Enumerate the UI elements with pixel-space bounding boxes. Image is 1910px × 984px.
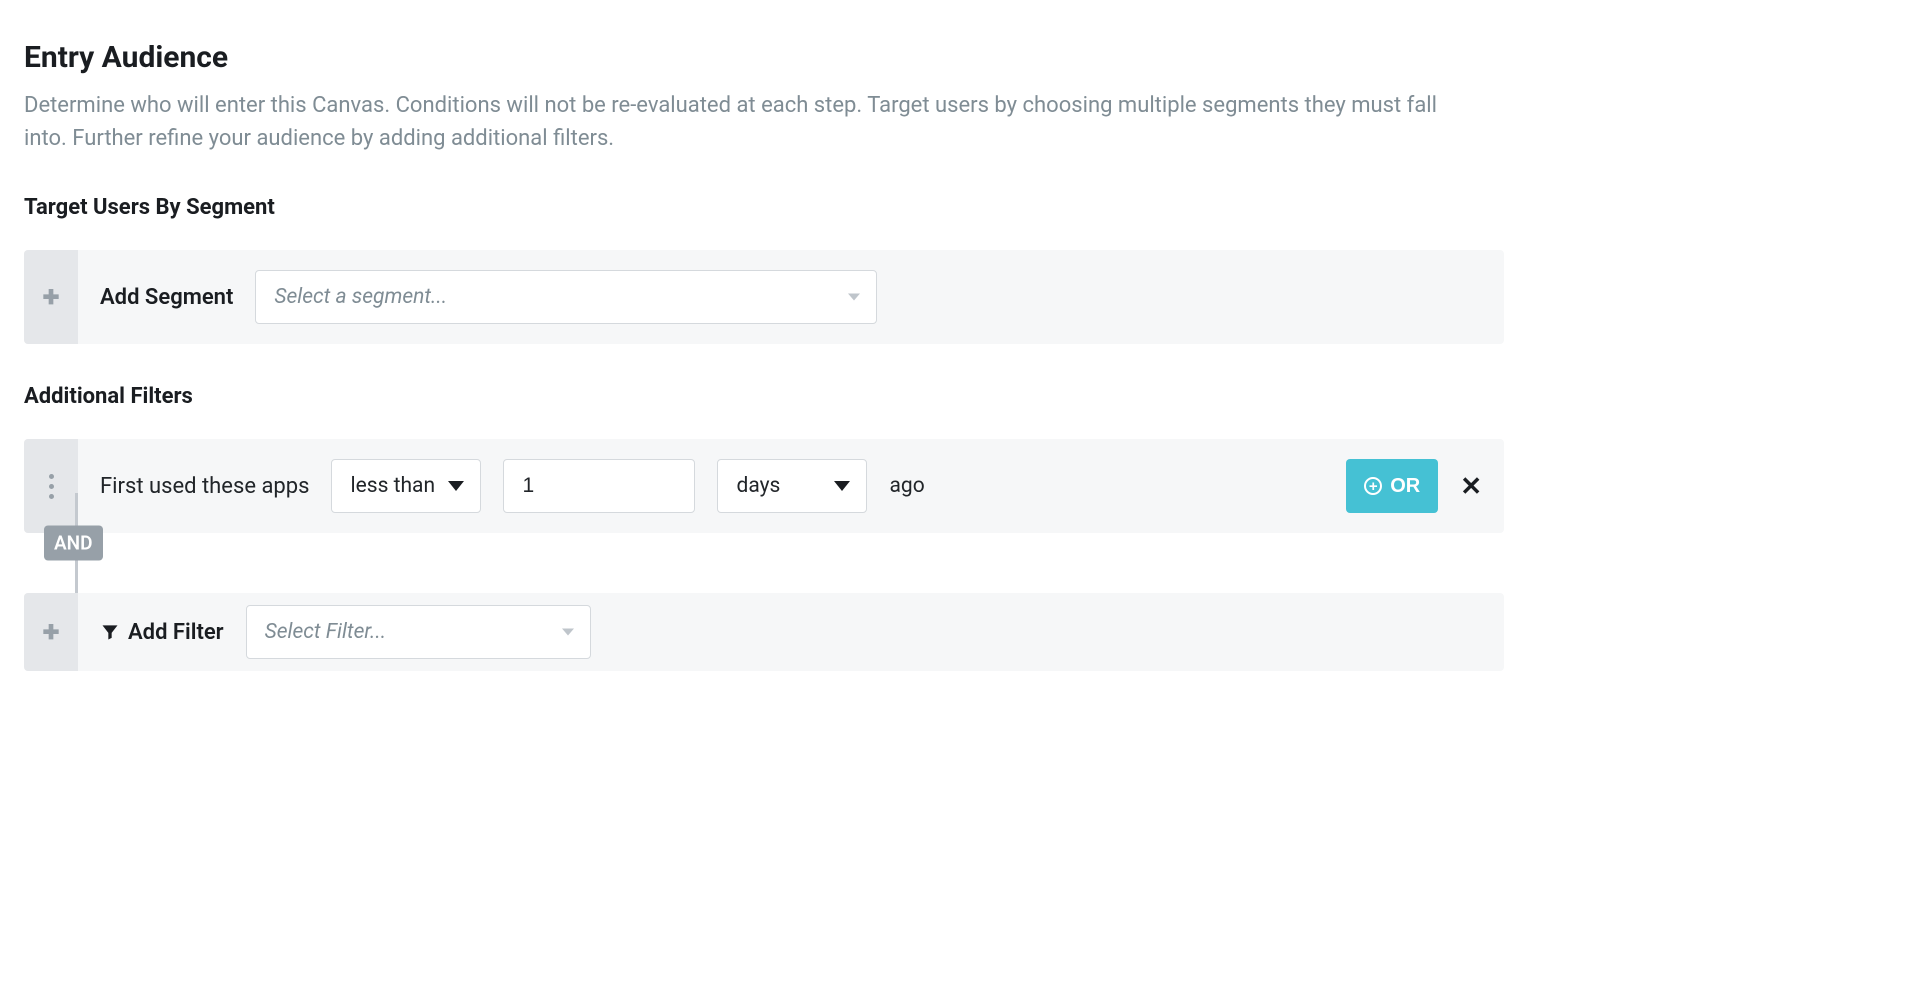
add-filter-text: Add Filter [128, 620, 224, 645]
filter-connector: AND [24, 493, 1504, 593]
plus-icon: ✚ [43, 287, 60, 307]
entry-audience-panel: Entry Audience Determine who will enter … [24, 40, 1504, 671]
add-filter-placeholder: Select Filter... [265, 620, 387, 644]
chevron-down-icon [448, 481, 464, 491]
add-filter-handle[interactable]: ✚ [24, 593, 78, 671]
page-description: Determine who will enter this Canvas. Co… [24, 89, 1474, 155]
chevron-down-icon [562, 629, 574, 636]
add-segment-content: Add Segment Select a segment... [78, 270, 1504, 324]
segments-section-title: Target Users By Segment [24, 195, 1504, 220]
add-segment-row: ✚ Add Segment Select a segment... [24, 250, 1504, 344]
filters-section-title: Additional Filters [24, 384, 1504, 409]
add-filter-select[interactable]: Select Filter... [246, 605, 591, 659]
chevron-down-icon [834, 481, 850, 491]
add-segment-handle[interactable]: ✚ [24, 250, 78, 344]
segment-select[interactable]: Select a segment... [255, 270, 877, 324]
add-filter-label: Add Filter [100, 620, 224, 645]
plus-icon: ✚ [43, 622, 60, 642]
and-badge: AND [44, 526, 103, 561]
add-filter-row: ✚ Add Filter Select Filter... [24, 593, 1504, 671]
add-filter-content: Add Filter Select Filter... [78, 605, 1504, 659]
add-segment-label: Add Segment [100, 285, 233, 310]
chevron-down-icon [848, 294, 860, 301]
funnel-icon [100, 622, 120, 642]
page-title: Entry Audience [24, 40, 1504, 75]
segment-select-placeholder: Select a segment... [274, 285, 447, 309]
